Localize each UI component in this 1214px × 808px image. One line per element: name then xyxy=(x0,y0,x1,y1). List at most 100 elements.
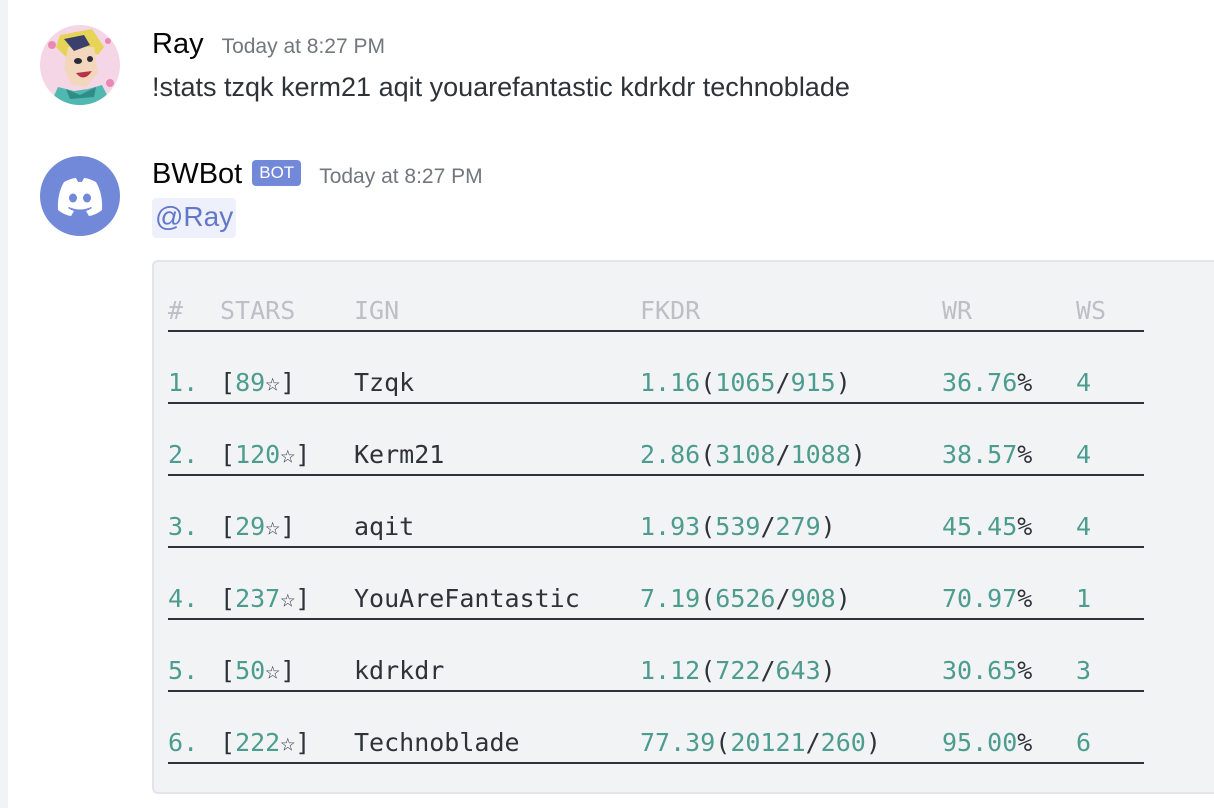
row-stars: [50☆] xyxy=(220,654,295,688)
stars-value: 222 xyxy=(235,728,281,757)
row-number: 6. xyxy=(168,726,198,760)
fkdr-paren-close: ) xyxy=(835,584,851,613)
channel-left-edge xyxy=(0,0,8,808)
avatar[interactable] xyxy=(40,156,120,236)
row-number: 5. xyxy=(168,654,198,688)
bot-tag: BOT xyxy=(252,159,302,186)
row-number-dot: . xyxy=(183,512,199,541)
wr-value: 30.65 xyxy=(942,656,1018,685)
row-number: 2. xyxy=(168,438,198,472)
stars-value: 29 xyxy=(235,512,266,541)
table-divider xyxy=(168,474,1144,476)
star-icon: ☆] xyxy=(280,440,311,469)
header-num: # xyxy=(168,296,184,325)
wr-percent: % xyxy=(1017,584,1033,613)
row-wr: 70.97% xyxy=(942,582,1032,616)
stars-bracket-open: [ xyxy=(220,512,236,541)
stars-bracket-open: [ xyxy=(220,728,236,757)
final-deaths-value: 908 xyxy=(790,584,836,613)
stars-bracket-open: [ xyxy=(220,440,236,469)
row-ws: 6 xyxy=(1076,728,1092,757)
username[interactable]: Ray xyxy=(152,28,204,61)
fkdr-paren-open: ( xyxy=(700,440,716,469)
wr-value: 36.76 xyxy=(942,368,1018,397)
fkdr-slash: / xyxy=(760,656,776,685)
table-row: 5. [50☆] kdrkdr 1.12(722/643) 30.65% 3 xyxy=(168,636,1144,708)
fkdr-value: 1.12 xyxy=(640,656,701,685)
row-ign: Tzqk xyxy=(354,368,415,397)
fkdr-value: 2.86 xyxy=(640,440,701,469)
row-number-value: 4 xyxy=(168,584,184,613)
header-stars: STARS xyxy=(220,296,296,325)
fkdr-paren-open: ( xyxy=(700,512,716,541)
final-kills-value: 539 xyxy=(715,512,761,541)
fkdr-paren-close: ) xyxy=(865,728,881,757)
final-deaths-value: 1088 xyxy=(790,440,851,469)
fkdr-value: 7.19 xyxy=(640,584,701,613)
star-icon: ☆] xyxy=(265,512,296,541)
fkdr-paren-open: ( xyxy=(700,584,716,613)
row-number-value: 1 xyxy=(168,368,184,397)
message-header: BWBot BOT Today at 8:27 PM xyxy=(152,158,483,191)
fkdr-paren-close: ) xyxy=(835,368,851,397)
final-kills-value: 20121 xyxy=(730,728,806,757)
fkdr-paren-close: ) xyxy=(850,440,866,469)
row-ws: 1 xyxy=(1076,584,1092,613)
row-ws: 4 xyxy=(1076,440,1092,469)
row-ign: kdrkdr xyxy=(354,656,445,685)
row-ws: 4 xyxy=(1076,512,1092,541)
row-fkdr: 1.16(1065/915) xyxy=(640,366,851,400)
star-icon: ☆] xyxy=(280,584,311,613)
final-kills-value: 722 xyxy=(715,656,761,685)
row-stars: [222☆] xyxy=(220,726,310,760)
final-kills-value: 6526 xyxy=(715,584,776,613)
fkdr-value: 77.39 xyxy=(640,728,716,757)
header-ws: WS xyxy=(1076,296,1107,325)
timestamp[interactable]: Today at 8:27 PM xyxy=(319,165,482,189)
row-number-dot: . xyxy=(183,584,199,613)
row-fkdr: 2.86(3108/1088) xyxy=(640,438,866,472)
table-row: 3. [29☆] aqit 1.93(539/279) 45.45% 4 xyxy=(168,492,1144,564)
header-wr: WR xyxy=(942,296,973,325)
fkdr-slash: / xyxy=(775,584,791,613)
table-divider xyxy=(168,690,1144,692)
username[interactable]: BWBot xyxy=(152,158,242,191)
user-mention[interactable]: @Ray xyxy=(152,198,237,238)
header-fkdr: FKDR xyxy=(640,296,701,325)
table-row: 4. [237☆] YouAreFantastic 7.19(6526/908) 70.… xyxy=(168,564,1144,636)
star-icon: ☆] xyxy=(265,368,296,397)
row-number-dot: . xyxy=(183,728,199,757)
fkdr-paren-open: ( xyxy=(715,728,731,757)
table-row: 6. [222☆] Technoblade 77.39(20121/260) 95.00… xyxy=(168,708,1144,780)
timestamp[interactable]: Today at 8:27 PM xyxy=(222,35,385,59)
fkdr-value: 1.16 xyxy=(640,368,701,397)
wr-percent: % xyxy=(1017,512,1033,541)
row-fkdr: 7.19(6526/908) xyxy=(640,582,851,616)
stars-value: 50 xyxy=(235,656,266,685)
row-number-dot: . xyxy=(183,368,199,397)
message-content: !stats tzqk kerm21 aqit youarefantastic … xyxy=(152,72,850,102)
table-divider xyxy=(168,546,1144,548)
stars-bracket-open: [ xyxy=(220,584,236,613)
table-divider xyxy=(168,762,1144,764)
avatar[interactable] xyxy=(40,25,120,105)
final-deaths-value: 915 xyxy=(790,368,836,397)
fkdr-paren-close: ) xyxy=(820,512,836,541)
row-fkdr: 77.39(20121/260) xyxy=(640,726,881,760)
row-number-value: 6 xyxy=(168,728,184,757)
row-number-value: 3 xyxy=(168,512,184,541)
row-number: 3. xyxy=(168,510,198,544)
table-divider xyxy=(168,402,1144,404)
row-number: 4. xyxy=(168,582,198,616)
row-number-value: 2 xyxy=(168,440,184,469)
table-header-row: # STARS IGN FKDR WR WS xyxy=(168,276,1144,348)
stars-bracket-open: [ xyxy=(220,656,236,685)
stars-bracket-open: [ xyxy=(220,368,236,397)
row-wr: 38.57% xyxy=(942,438,1032,472)
row-number: 1. xyxy=(168,366,198,400)
fkdr-paren-close: ) xyxy=(820,656,836,685)
header-ign: IGN xyxy=(354,296,400,325)
fkdr-paren-open: ( xyxy=(700,656,716,685)
final-deaths-value: 260 xyxy=(820,728,866,757)
final-kills-value: 3108 xyxy=(715,440,776,469)
